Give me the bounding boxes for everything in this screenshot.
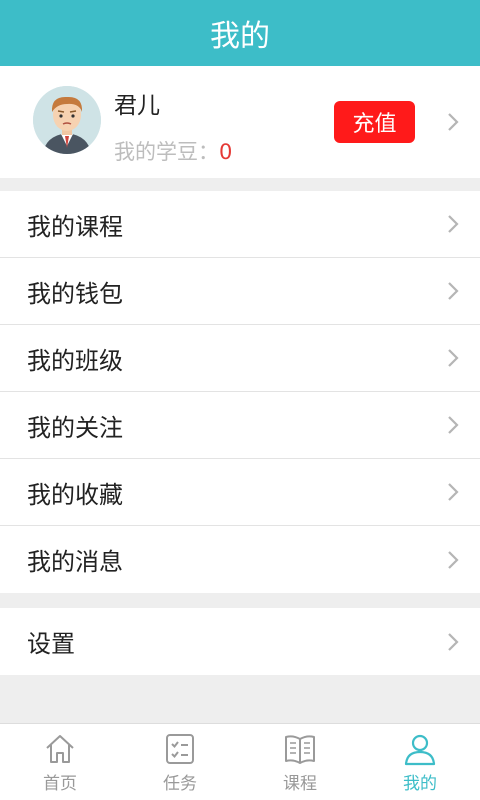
user-icon [402, 731, 438, 767]
menu-item-label: 我的钱包 [27, 279, 123, 308]
page-header: 我的 [0, 0, 480, 66]
section-gap [0, 593, 480, 608]
tab-mine[interactable]: 我的 [360, 724, 480, 800]
tab-label: 课程 [283, 773, 317, 794]
chevron-right-icon [442, 280, 464, 302]
chevron-right-icon [442, 111, 464, 133]
menu-item-label: 我的课程 [27, 212, 123, 241]
chevron-right-icon [442, 631, 464, 653]
username: 君儿 [114, 93, 160, 119]
profile-card[interactable]: 君儿 我的学豆：0 充值 [0, 66, 480, 178]
menu-item-label: 我的班级 [27, 346, 123, 375]
menu-list: 我的课程 我的钱包 我的班级 我的关注 我的收藏 我的消息 [0, 191, 480, 593]
menu-item-label: 我的关注 [27, 413, 123, 442]
menu-item-label: 设置 [27, 630, 75, 658]
menu-item-messages[interactable]: 我的消息 [0, 526, 480, 593]
chevron-right-icon [442, 414, 464, 436]
chevron-right-icon [442, 549, 464, 571]
beans-value: 0 [219, 140, 233, 164]
menu-item-following[interactable]: 我的关注 [0, 392, 480, 459]
home-icon [42, 731, 78, 767]
tab-home[interactable]: 首页 [0, 724, 120, 800]
tab-label: 首页 [43, 773, 77, 794]
chevron-right-icon [442, 213, 464, 235]
tab-courses[interactable]: 课程 [240, 724, 360, 800]
tab-label: 任务 [163, 773, 197, 794]
beans-balance: 我的学豆：0 [114, 136, 232, 166]
menu-item-favorites[interactable]: 我的收藏 [0, 459, 480, 526]
tab-tasks[interactable]: 任务 [120, 724, 240, 800]
bottom-tab-bar: 首页 任务 课程 我的 [0, 723, 480, 800]
menu-item-settings[interactable]: 设置 [0, 608, 480, 675]
recharge-button[interactable]: 充值 [334, 101, 415, 143]
chevron-right-icon [442, 347, 464, 369]
menu-item-label: 我的收藏 [27, 480, 123, 509]
menu-item-wallet[interactable]: 我的钱包 [0, 258, 480, 325]
section-gap [0, 178, 480, 191]
menu-item-class[interactable]: 我的班级 [0, 325, 480, 392]
page-title: 我的 [210, 19, 270, 54]
settings-list: 设置 [0, 608, 480, 675]
avatar[interactable] [33, 86, 101, 154]
tab-label: 我的 [403, 773, 437, 794]
beans-label: 我的学豆： [114, 140, 219, 164]
task-icon [162, 731, 198, 767]
menu-item-courses[interactable]: 我的课程 [0, 191, 480, 258]
book-icon [282, 731, 318, 767]
menu-item-label: 我的消息 [27, 548, 123, 576]
chevron-right-icon [442, 481, 464, 503]
